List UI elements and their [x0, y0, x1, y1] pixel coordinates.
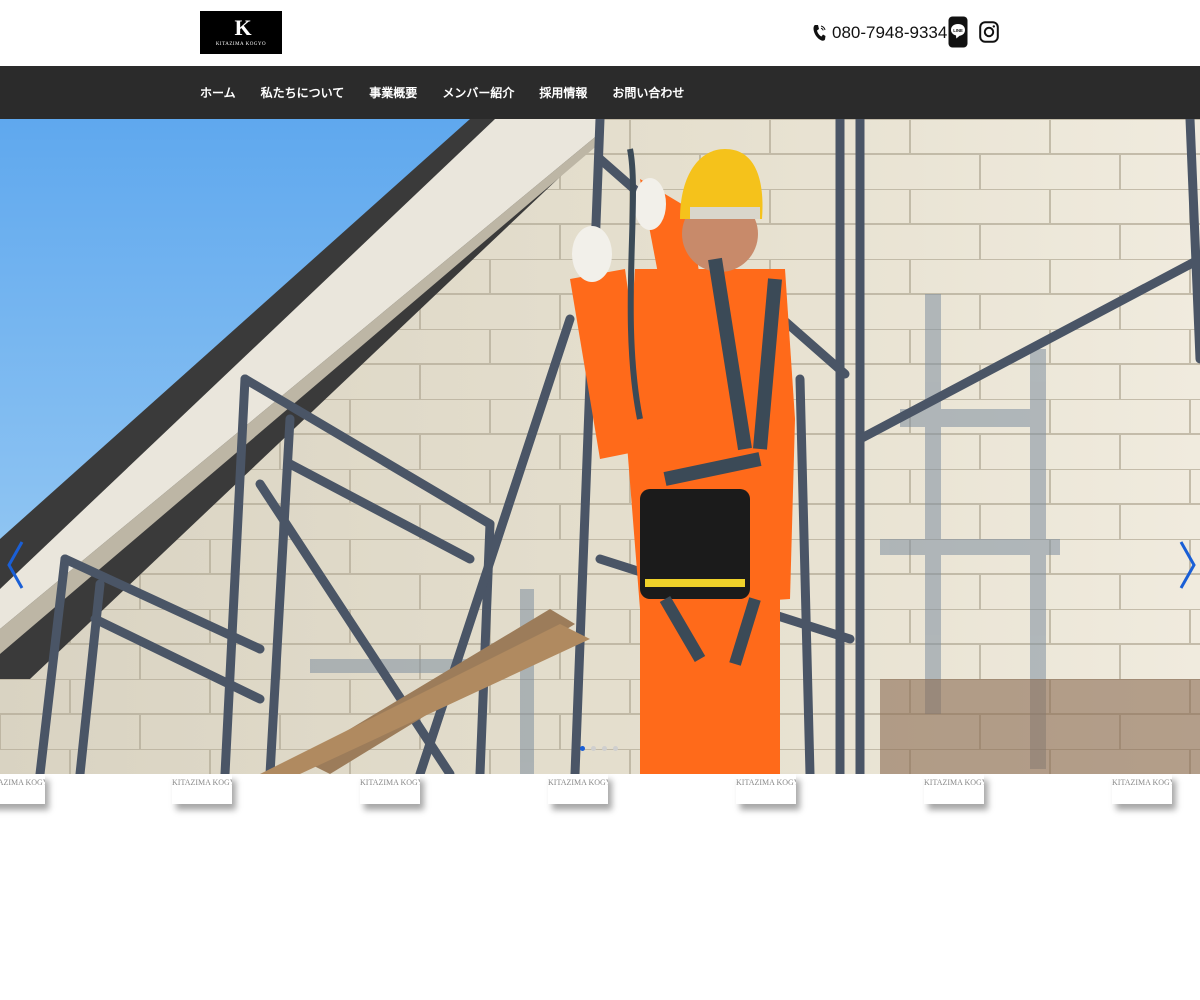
- nav-item-about[interactable]: 私たちについて: [261, 84, 345, 101]
- watermark-tile: KITAZIMA KOGYO: [1112, 774, 1172, 804]
- logo-mark: K: [234, 14, 251, 40]
- phone-icon: [812, 24, 826, 42]
- watermark-tile: KITAZIMA KOGYO: [172, 774, 232, 804]
- watermark-strip: KITAZIMA KOGYO KITAZIMA KOGYO KITAZIMA K…: [0, 774, 1200, 834]
- watermark-tile: KITAZIMA KOGYO: [924, 774, 984, 804]
- hero-slider: [0, 119, 1200, 774]
- watermark-tile: KITAZIMA KOGYO: [0, 774, 45, 804]
- slider-next-arrow[interactable]: [1176, 539, 1198, 591]
- slider-dot[interactable]: [580, 746, 585, 751]
- line-label: LINE: [953, 28, 963, 33]
- slider-dots: [580, 746, 618, 751]
- hero-image: [0, 119, 1200, 774]
- slider-dot[interactable]: [613, 746, 618, 751]
- watermark-tile: KITAZIMA KOGYO: [736, 774, 796, 804]
- nav-list: ホーム 私たちについて 事業概要 メンバー紹介 採用情報 お問い合わせ: [200, 66, 684, 119]
- logo-text: KITAZIMA KOGYO: [215, 41, 267, 47]
- main-nav: ホーム 私たちについて 事業概要 メンバー紹介 採用情報 お問い合わせ: [0, 66, 1200, 119]
- site-header: K KITAZIMA KOGYO 080-7948-9334 LINE: [0, 0, 1200, 66]
- slider-dot[interactable]: [591, 746, 596, 751]
- slider-dot[interactable]: [602, 746, 607, 751]
- nav-item-business[interactable]: 事業概要: [369, 84, 417, 101]
- chevron-left-icon: [7, 541, 24, 589]
- nav-item-recruit[interactable]: 採用情報: [539, 84, 587, 101]
- instagram-icon[interactable]: [979, 16, 999, 48]
- watermark-tile: KITAZIMA KOGYO: [360, 774, 420, 804]
- site-logo[interactable]: K KITAZIMA KOGYO: [200, 11, 282, 54]
- nav-item-home[interactable]: ホーム: [200, 84, 236, 101]
- chevron-right-icon: [1179, 541, 1196, 589]
- phone-number[interactable]: 080-7948-9334: [832, 23, 947, 43]
- nav-item-members[interactable]: メンバー紹介: [442, 84, 514, 101]
- line-icon[interactable]: LINE: [948, 16, 968, 48]
- watermark-tile: KITAZIMA KOGYO: [548, 774, 608, 804]
- slider-prev-arrow[interactable]: [5, 539, 27, 591]
- nav-item-contact[interactable]: お問い合わせ: [612, 84, 684, 101]
- phone-contact[interactable]: 080-7948-9334: [812, 20, 947, 46]
